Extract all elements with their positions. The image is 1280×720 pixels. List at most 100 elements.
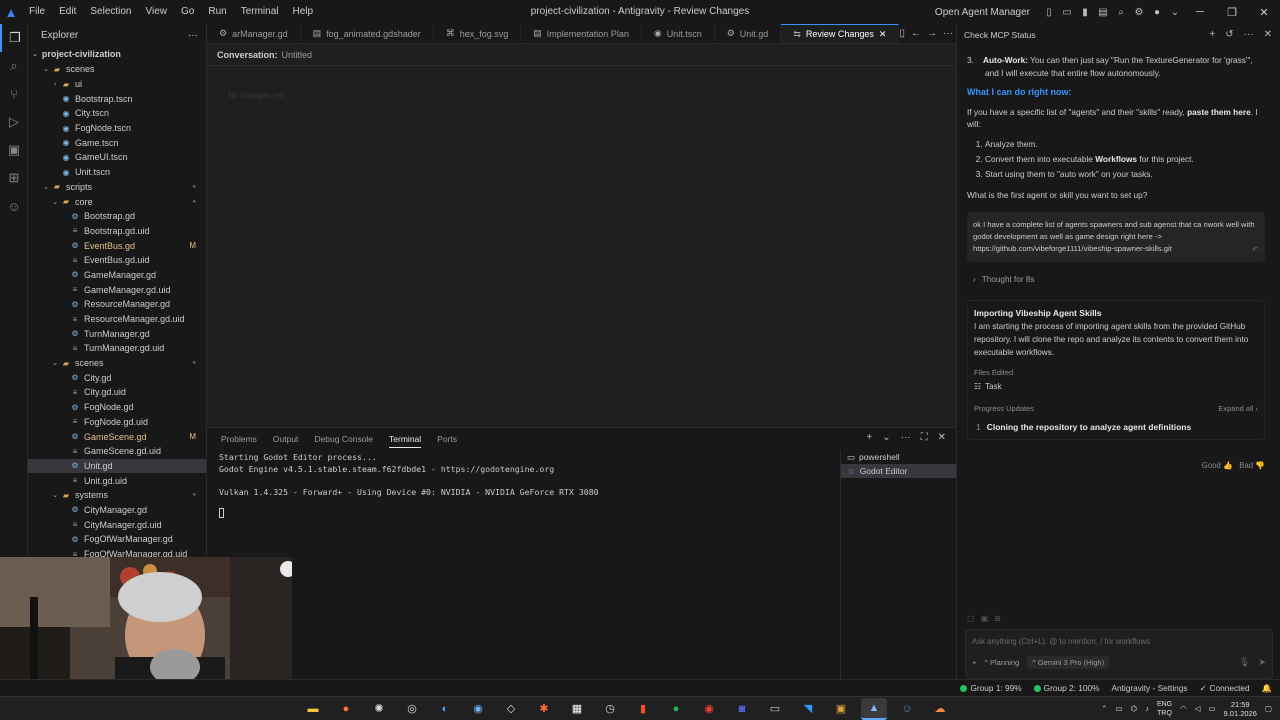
close-tab-icon[interactable]: ✕ [879, 29, 887, 40]
conversation-title[interactable]: Untitled [282, 50, 313, 60]
tree-item[interactable]: ⌄ ▰ scenes [28, 62, 206, 77]
battery-icon[interactable]: ▭ [1208, 704, 1215, 713]
editor-tab[interactable]: ⌘ hex_fog.svg [434, 24, 522, 43]
tree-item[interactable]: ⚙ CityManager.gd [28, 503, 206, 518]
tree-item[interactable]: ⚙ ResourceManager.gd [28, 297, 206, 312]
microphone-icon[interactable]: 🎙 [1239, 657, 1250, 668]
more-actions-icon[interactable]: ··· [943, 28, 953, 39]
terminal-icon[interactable]: ▭ [762, 698, 788, 720]
user-message[interactable]: ok I have a complete list of agents spaw… [967, 211, 1265, 262]
system-clock[interactable]: 21:59 9.01.2026 [1224, 700, 1257, 718]
tree-item[interactable]: ⌄ ▰ systems ● [28, 488, 206, 503]
minimize-button[interactable]: ─ [1184, 6, 1216, 18]
tree-item[interactable]: ≡ GameScene.gd.uid [28, 444, 206, 459]
store-icon[interactable]: ▦ [564, 698, 590, 720]
maximize-panel-icon[interactable]: ⛶ [921, 432, 928, 443]
more-actions-icon[interactable]: ··· [1244, 29, 1254, 40]
menu-view[interactable]: View [139, 0, 175, 24]
godot-editor-icon[interactable]: ☺ [894, 698, 920, 720]
project-root[interactable]: ⌄ project-civilization [28, 46, 206, 62]
speaker-icon[interactable]: ◁ [1195, 704, 1201, 713]
figma-icon[interactable]: ▮ [630, 698, 656, 720]
layout-panel-icon[interactable]: ▭ [1059, 4, 1075, 20]
tree-item[interactable]: ◉ Unit.tscn [28, 165, 206, 180]
tree-item[interactable]: ⌄ ▰ scenes ● [28, 356, 206, 371]
remote-explorer-icon[interactable]: ▣ [0, 136, 28, 164]
menu-help[interactable]: Help [286, 0, 321, 24]
tree-item[interactable]: ≡ FogNode.gd.uid [28, 415, 206, 430]
panel-tab-ports[interactable]: Ports [437, 431, 457, 447]
menu-go[interactable]: Go [174, 0, 201, 24]
task-file-link[interactable]: ☷ Task [974, 381, 1258, 394]
menu-terminal[interactable]: Terminal [234, 0, 286, 24]
vscode-icon[interactable]: ◥ [795, 698, 821, 720]
antigravity-icon[interactable]: ▲ [861, 697, 887, 720]
wifi-icon[interactable]: ◠ [1180, 704, 1187, 713]
editor-tab[interactable]: ⚙ arManager.gd [207, 24, 301, 43]
spotify-icon[interactable]: ● [663, 698, 689, 720]
good-button[interactable]: Good 👍 [1202, 461, 1233, 470]
tree-item[interactable]: › ▰ ui [28, 77, 206, 92]
tree-item[interactable]: ≡ CityManager.gd.uid [28, 517, 206, 532]
search-icon[interactable]: ⌕ [1113, 4, 1129, 20]
tree-item[interactable]: ◉ Bootstrap.tscn [28, 91, 206, 106]
close-chat-icon[interactable]: ✕ [1264, 29, 1272, 40]
file-explorer-icon[interactable]: ▬ [300, 698, 326, 720]
panel-tab-debug-console[interactable]: Debug Console [314, 431, 373, 447]
group1-status[interactable]: Group 1: 99% [960, 683, 1022, 693]
tree-item[interactable]: ◉ City.tscn [28, 106, 206, 121]
editor-tab[interactable]: ◉ Unit.tscn [642, 24, 715, 43]
tree-item[interactable]: ≡ City.gd.uid [28, 385, 206, 400]
notifications-bell-icon[interactable]: 🔔 [1262, 683, 1272, 694]
tree-item[interactable]: ≡ Bootstrap.gd.uid [28, 224, 206, 239]
chat-input-box[interactable]: Ask anything (Ctrl+L), @ to mention, / f… [965, 629, 1273, 679]
show-desktop-icon[interactable]: ▢ [1265, 704, 1272, 713]
close-window-button[interactable]: ✕ [1248, 6, 1280, 19]
source-control-icon[interactable]: ⑂ [0, 80, 28, 108]
add-context-icon[interactable]: + [972, 658, 976, 667]
steam-icon[interactable]: ◉ [465, 698, 491, 720]
editor-tab[interactable]: ▤ Implementation Plan [521, 24, 642, 43]
editor-tab[interactable]: ⇆ Review Changes ✕ [781, 24, 900, 43]
forward-arrow-icon[interactable]: → [927, 28, 937, 39]
tree-item[interactable]: ≡ TurnManager.gd.uid [28, 341, 206, 356]
open-agent-manager-button[interactable]: Open Agent Manager [935, 7, 1030, 18]
app-blue-icon[interactable]: ◐ [432, 698, 458, 720]
file-icon[interactable]: ▢ [967, 614, 975, 623]
tree-item[interactable]: ⌄ ▰ core ● [28, 194, 206, 209]
layout-sidebar-icon[interactable]: ▯ [1041, 4, 1057, 20]
tree-item[interactable]: ⚙ Unit.gd [28, 458, 206, 474]
tree-item[interactable]: ⚙ FogOfWarManager.gd [28, 532, 206, 547]
godot-icon[interactable]: ▣ [828, 698, 854, 720]
mode-selector[interactable]: ^ Planning [984, 658, 1019, 667]
tree-item[interactable]: ⚙ City.gd [28, 370, 206, 385]
tree-item[interactable]: ⚙ GameManager.gd [28, 268, 206, 283]
new-terminal-icon[interactable]: + [866, 432, 872, 443]
tray-chevron-icon[interactable]: ⌃ [1101, 704, 1107, 713]
godot-icon[interactable]: ☺ [0, 192, 28, 220]
new-chat-icon[interactable]: + [1209, 29, 1215, 40]
clock-app-icon[interactable]: ◷ [597, 698, 623, 720]
run-debug-icon[interactable]: ▷ [0, 108, 28, 136]
volume-icon[interactable]: ♪ [1145, 704, 1149, 713]
tree-item[interactable]: ≡ GameManager.gd.uid [28, 282, 206, 297]
language-indicator[interactable]: ENG TRQ [1157, 700, 1172, 718]
tree-item[interactable]: ≡ EventBus.gd.uid [28, 253, 206, 268]
back-arrow-icon[interactable]: ← [911, 28, 921, 39]
network-icon[interactable]: ⌬ [1131, 704, 1138, 713]
editor-tab[interactable]: ▤ fog_animated.gdshader [301, 24, 434, 43]
tree-item[interactable]: ◉ Game.tscn [28, 135, 206, 150]
send-icon[interactable]: ➤ [1258, 657, 1266, 668]
search-view-icon[interactable]: ⌕ [0, 52, 28, 80]
thought-toggle[interactable]: › Thought for 8s [973, 274, 1265, 287]
panel-tab-output[interactable]: Output [273, 431, 299, 447]
close-panel-icon[interactable]: ✕ [938, 432, 946, 443]
explorer-icon[interactable]: ❐ [0, 24, 28, 52]
connected-status[interactable]: ✓ Connected [1200, 683, 1250, 693]
terminal-instance[interactable]: ▭ powershell [841, 450, 956, 464]
group2-status[interactable]: Group 2: 100% [1033, 683, 1099, 693]
expand-all-button[interactable]: Expand all ‹ [1218, 403, 1258, 416]
tree-item[interactable]: ⌄ ▰ scripts ● [28, 180, 206, 195]
tree-item[interactable]: ≡ Unit.gd.uid [28, 473, 206, 488]
more-actions-icon[interactable]: ··· [901, 432, 911, 443]
